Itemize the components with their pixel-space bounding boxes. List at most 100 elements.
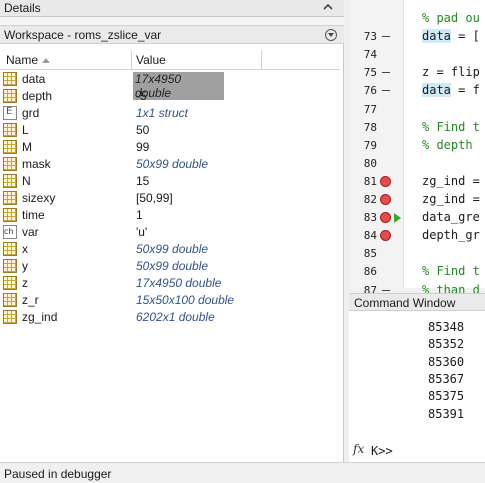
line-number: 77: [363, 102, 377, 116]
char-icon: [3, 225, 17, 239]
current-line-arrow-icon: [394, 213, 401, 224]
editor-line[interactable]: 79 % depth: [349, 137, 485, 154]
editor-line[interactable]: 75 z = flip: [349, 64, 485, 81]
workspace-row[interactable]: sizexy [50,99]: [0, 190, 340, 207]
variable-value: -5: [136, 89, 147, 103]
code-text: data = [: [422, 29, 480, 44]
command-prompt[interactable]: K>>: [371, 444, 393, 458]
line-number: 75: [363, 66, 377, 80]
line-number: 85: [363, 247, 377, 261]
line-number: 83: [363, 211, 377, 225]
matrix-icon: [3, 123, 17, 137]
output-line: 85360: [428, 354, 465, 369]
matrix-icon: [3, 174, 17, 188]
matrix-icon: [3, 157, 17, 171]
workspace-row[interactable]: mask 50x99 double: [0, 156, 340, 173]
variable-value: 50x99 double: [136, 157, 209, 171]
command-window-title: Command Window: [354, 296, 456, 310]
workspace-row[interactable]: depth -5: [0, 88, 340, 105]
executable-line-marker[interactable]: [382, 90, 390, 92]
editor-line[interactable]: 84 depth_gr: [349, 227, 485, 244]
column-divider[interactable]: [261, 50, 262, 70]
column-divider[interactable]: [131, 50, 132, 70]
editor-line[interactable]: 83 data_gre: [349, 209, 485, 226]
editor-line[interactable]: 81 zg_ind =: [349, 173, 485, 190]
code-text: data_gre: [422, 210, 480, 225]
editor-line[interactable]: % pad ou: [349, 10, 485, 27]
sort-ascending-icon[interactable]: [42, 58, 50, 63]
variable-name: M: [22, 140, 32, 154]
editor-line[interactable]: 80: [349, 155, 485, 172]
editor-line[interactable]: 82 zg_ind =: [349, 191, 485, 208]
variable-name: grd: [22, 106, 40, 120]
workspace-row[interactable]: N 15: [0, 173, 340, 190]
executable-line-marker[interactable]: [382, 289, 390, 291]
status-bar: Paused in debugger: [0, 462, 485, 483]
function-browser-icon[interactable]: fx: [353, 442, 364, 456]
variable-value: 50x99 double: [136, 242, 209, 256]
breakpoint-icon[interactable]: [380, 230, 391, 242]
column-value-header[interactable]: Value: [136, 53, 166, 67]
editor-line[interactable]: 86 % Find t: [349, 263, 485, 280]
workspace-row[interactable]: z 17x4950 double: [0, 275, 340, 292]
editor-line[interactable]: 74: [349, 46, 485, 63]
line-number: 82: [363, 193, 377, 206]
workspace-actions-icon[interactable]: [325, 29, 337, 41]
line-number: 80: [363, 156, 377, 170]
workspace-variable-list: data17x4950 doubledepth-5grd1x1 structL5…: [0, 71, 340, 326]
breakpoint-icon[interactable]: [380, 175, 391, 187]
line-number: 73: [363, 30, 377, 44]
matrix-icon: [3, 276, 17, 290]
variable-name: time: [22, 208, 45, 222]
workspace-row[interactable]: time 1: [0, 207, 340, 224]
variable-value: 50: [136, 123, 150, 137]
chevron-up-icon[interactable]: [322, 1, 334, 13]
variable-value: 15x50x100 double: [136, 293, 235, 307]
workspace-row[interactable]: zg_ind 6202x1 double: [0, 309, 340, 326]
code-text: depth_gr: [422, 228, 480, 243]
column-name-header[interactable]: Name: [6, 53, 38, 67]
workspace-row[interactable]: z_r 15x50x100 double: [0, 292, 340, 309]
workspace-row[interactable]: M 99: [0, 139, 340, 156]
workspace-row[interactable]: data 17x4950 double: [0, 71, 340, 100]
variable-value: 50x99 double: [136, 259, 209, 273]
status-text: Paused in debugger: [4, 467, 112, 481]
matrix-icon: [3, 293, 17, 307]
executable-line-marker[interactable]: [382, 72, 390, 74]
code-text: zg_ind =: [422, 192, 480, 206]
workspace-row[interactable]: y 50x99 double: [0, 258, 340, 275]
editor-line[interactable]: 76 data = f: [349, 82, 485, 99]
matrix-icon: [3, 191, 17, 205]
variable-name: x: [22, 242, 28, 256]
workspace-row[interactable]: grd 1x1 struct: [0, 105, 340, 122]
line-number: 79: [363, 138, 377, 152]
output-line: 85375: [428, 389, 465, 404]
editor-line[interactable]: 85: [349, 245, 485, 262]
command-window[interactable]: 85348 85352 85360 85367 85375 85391 fx K>>: [349, 311, 485, 462]
panel-gap: [0, 17, 344, 25]
variable-name: z_r: [22, 293, 39, 307]
details-title: Details: [4, 1, 41, 15]
breakpoint-icon[interactable]: [380, 212, 391, 224]
workspace-panel: Details Workspace - roms_zslice_var Name…: [0, 0, 344, 462]
line-number: 84: [363, 229, 377, 243]
editor-line[interactable]: 78 % Find t: [349, 119, 485, 136]
executable-line-marker[interactable]: [382, 36, 390, 38]
workspace-row[interactable]: L 50: [0, 122, 340, 139]
workspace-header: Workspace - roms_zslice_var: [0, 25, 344, 44]
line-number: 78: [363, 120, 377, 134]
workspace-row[interactable]: var 'u': [0, 224, 340, 241]
variable-name: var: [22, 225, 39, 239]
editor-line[interactable]: 73 data = [: [349, 28, 485, 45]
breakpoint-icon[interactable]: [380, 194, 391, 205]
editor-line[interactable]: 77: [349, 101, 485, 118]
variable-name: mask: [22, 157, 51, 171]
matrix-icon: [3, 259, 17, 273]
variable-value: 17x4950 double: [136, 276, 222, 290]
workspace-row[interactable]: x 50x99 double: [0, 241, 340, 258]
variable-value: 'u': [136, 225, 148, 239]
code-text: z = flip: [422, 65, 480, 80]
details-header[interactable]: Details: [0, 0, 344, 17]
variable-value: [50,99]: [136, 191, 173, 205]
line-number: 81: [363, 174, 377, 188]
